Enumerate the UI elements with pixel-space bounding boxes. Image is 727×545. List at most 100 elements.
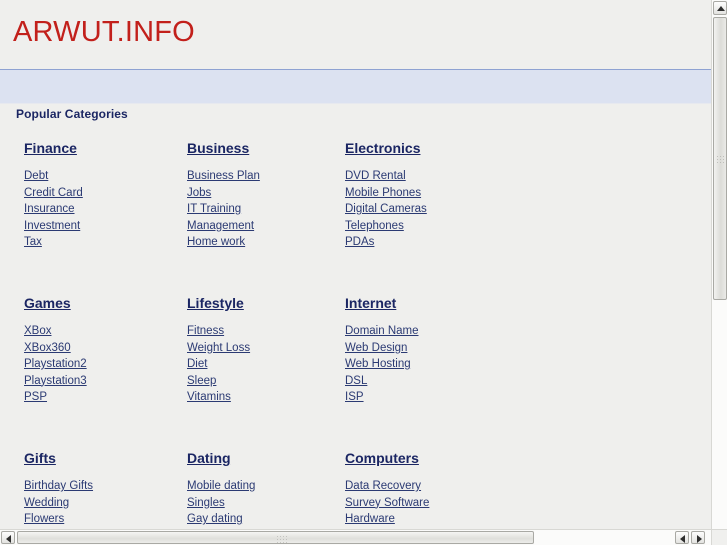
category-link[interactable]: DSL (345, 375, 367, 387)
category-link[interactable]: ISP (345, 391, 364, 403)
list-item: PSP (24, 389, 184, 406)
category-link[interactable]: Birthday Gifts (24, 480, 93, 492)
category-link[interactable]: Telephones (345, 220, 404, 232)
category-link[interactable]: Diet (187, 358, 207, 370)
category-link[interactable]: Flowers (24, 513, 64, 525)
category-link[interactable]: Debt (24, 170, 48, 182)
category-link-list: DVD Rental Mobile Phones Digital Cameras… (345, 168, 505, 251)
category-link[interactable]: Data Recovery (345, 480, 421, 492)
list-item: Playstation3 (24, 373, 184, 390)
category-link[interactable]: Web Hosting (345, 358, 411, 370)
category-link[interactable]: Management (187, 220, 254, 232)
category-link[interactable]: Mobile Phones (345, 187, 421, 199)
category-heading-link[interactable]: Finance (24, 140, 77, 156)
scroll-left-button-end[interactable] (675, 531, 689, 544)
site-title: ARWUT.INFO (13, 16, 195, 48)
category-link[interactable]: Hardware (345, 513, 395, 525)
category-link[interactable]: Investment (24, 220, 80, 232)
category-link[interactable]: Jobs (187, 187, 211, 199)
category-link[interactable]: Playstation3 (24, 375, 87, 387)
category-heading-link[interactable]: Games (24, 295, 71, 311)
category-heading: Business (187, 140, 347, 156)
scrollbar-grip-icon (277, 536, 289, 544)
category-link[interactable]: Singles (187, 497, 225, 509)
list-item: Investment (24, 218, 184, 235)
category-heading-link[interactable]: Lifestyle (187, 295, 244, 311)
category-row: Games XBox XBox360 Playstation2 Playstat… (0, 295, 711, 450)
category-block-finance: Finance Debt Credit Card Insurance Inves… (24, 140, 184, 251)
list-item: Hardware (345, 511, 505, 528)
vertical-scrollbar-thumb[interactable] (713, 17, 727, 300)
list-item: Playstation2 (24, 356, 184, 373)
category-heading: Computers (345, 450, 505, 466)
category-link[interactable]: Credit Card (24, 187, 83, 199)
nav-bar[interactable] (0, 69, 711, 104)
category-link[interactable]: Digital Cameras (345, 203, 427, 215)
category-link[interactable]: DVD Rental (345, 170, 406, 182)
page-title: Popular Categories (16, 107, 128, 121)
category-link[interactable]: XBox (24, 325, 52, 337)
category-heading: Lifestyle (187, 295, 347, 311)
category-heading: Dating (187, 450, 347, 466)
category-heading-link[interactable]: Business (187, 140, 249, 156)
list-item: Mobile Phones (345, 185, 505, 202)
category-heading: Electronics (345, 140, 505, 156)
scroll-up-button[interactable] (713, 1, 727, 15)
category-link[interactable]: Gay dating (187, 513, 243, 525)
horizontal-scrollbar[interactable] (0, 529, 727, 545)
browser-viewport: ARWUT.INFO Popular Categories Finance De… (0, 0, 727, 545)
category-link[interactable]: Insurance (24, 203, 75, 215)
scroll-left-button[interactable] (1, 531, 15, 544)
list-item: Credit Card (24, 185, 184, 202)
category-link[interactable]: Web Design (345, 342, 407, 354)
list-item: DVD Rental (345, 168, 505, 185)
scroll-arrow-pair (675, 531, 705, 544)
category-block-games: Games XBox XBox360 Playstation2 Playstat… (24, 295, 184, 406)
list-item: Birthday Gifts (24, 478, 184, 495)
main-content: Popular Categories Finance Debt Credit C… (0, 106, 711, 529)
category-link[interactable]: PSP (24, 391, 47, 403)
category-link[interactable]: Wedding (24, 497, 69, 509)
category-link-list: Birthday Gifts Wedding Flowers Jewellry (24, 478, 184, 529)
category-heading: Internet (345, 295, 505, 311)
list-item: Fitness (187, 323, 347, 340)
category-heading-link[interactable]: Computers (345, 450, 419, 466)
category-link[interactable]: IT Training (187, 203, 241, 215)
category-link-list: Domain Name Web Design Web Hosting DSL I… (345, 323, 505, 406)
list-item: XBox360 (24, 340, 184, 357)
list-item: Gay dating (187, 511, 347, 528)
scroll-right-button-end[interactable] (691, 531, 705, 544)
category-link[interactable]: Sleep (187, 375, 216, 387)
list-item: Singles (187, 495, 347, 512)
category-row: Gifts Birthday Gifts Wedding Flowers Jew… (0, 450, 711, 529)
list-item: Flowers (24, 511, 184, 528)
list-item: XBox (24, 323, 184, 340)
category-link[interactable]: Vitamins (187, 391, 231, 403)
category-link[interactable]: Business Plan (187, 170, 260, 182)
list-item: Web Design (345, 340, 505, 357)
category-heading-link[interactable]: Dating (187, 450, 231, 466)
category-link[interactable]: XBox360 (24, 342, 71, 354)
category-grid: Finance Debt Credit Card Insurance Inves… (0, 140, 711, 529)
triangle-up-icon (717, 6, 725, 11)
list-item: Management (187, 218, 347, 235)
category-link[interactable]: Home work (187, 236, 245, 248)
list-item: Sleep (187, 373, 347, 390)
triangle-left-icon (6, 535, 11, 543)
category-link[interactable]: Mobile dating (187, 480, 255, 492)
vertical-scrollbar[interactable] (711, 0, 727, 529)
category-link-list: Fitness Weight Loss Diet Sleep Vitamins (187, 323, 347, 406)
category-heading-link[interactable]: Electronics (345, 140, 420, 156)
category-link[interactable]: Fitness (187, 325, 224, 337)
category-heading-link[interactable]: Internet (345, 295, 396, 311)
category-link[interactable]: Tax (24, 236, 42, 248)
list-item: Digital Cameras (345, 201, 505, 218)
category-heading-link[interactable]: Gifts (24, 450, 56, 466)
category-link[interactable]: Survey Software (345, 497, 429, 509)
list-item: Home work (187, 234, 347, 251)
category-link[interactable]: Domain Name (345, 325, 419, 337)
horizontal-scrollbar-thumb[interactable] (17, 531, 534, 544)
category-link[interactable]: PDAs (345, 236, 374, 248)
category-link[interactable]: Playstation2 (24, 358, 87, 370)
category-link[interactable]: Weight Loss (187, 342, 250, 354)
